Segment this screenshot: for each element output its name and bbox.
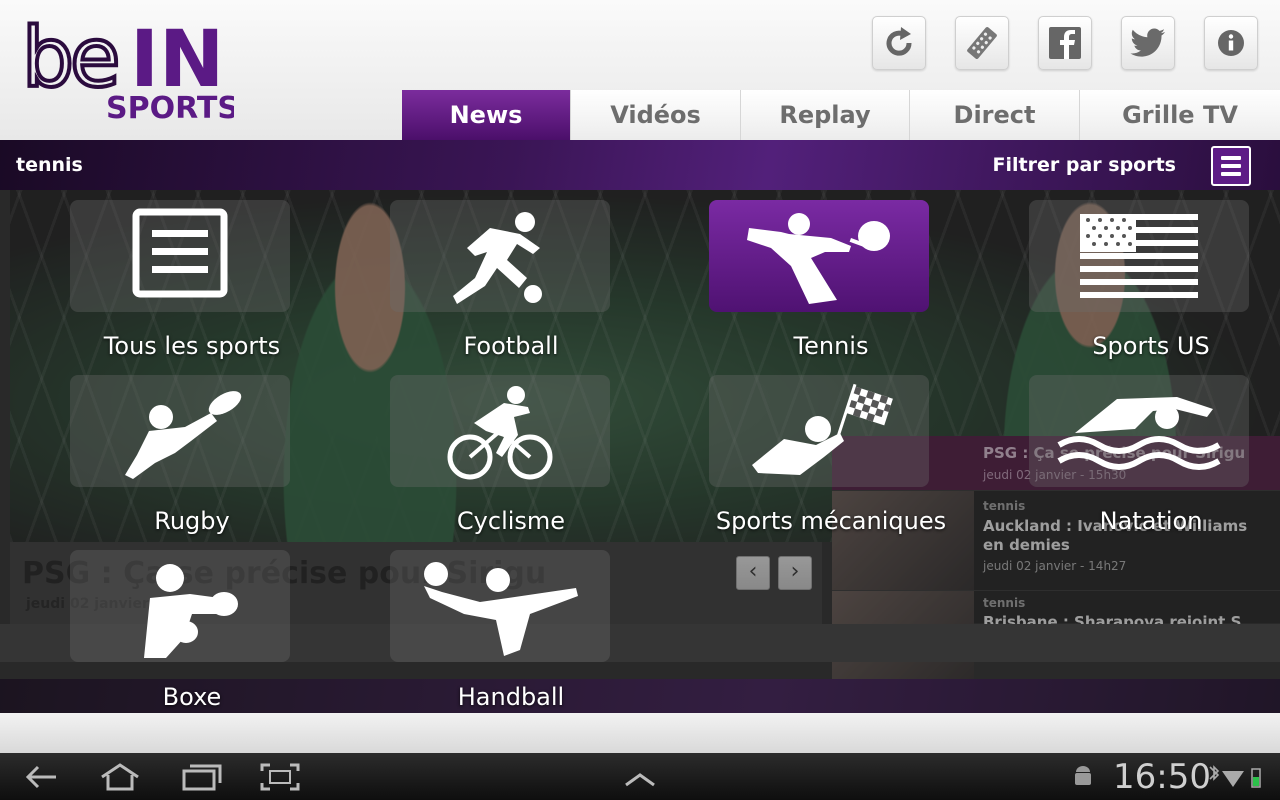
back-icon[interactable] <box>20 761 64 793</box>
sport-label-handball[interactable]: Handball <box>351 683 671 711</box>
tab-news[interactable]: News <box>402 90 570 140</box>
sport-label-rugby[interactable]: Rugby <box>32 507 352 535</box>
sport-label-tennis[interactable]: Tennis <box>671 332 991 360</box>
filter-by-sports-label[interactable]: Filtrer par sports <box>993 154 1176 176</box>
tab-replay[interactable]: Replay <box>740 90 909 140</box>
current-sport-filter: tennis <box>16 154 83 176</box>
sport-label-football[interactable]: Football <box>351 332 671 360</box>
menu-up-icon[interactable] <box>618 761 662 793</box>
sport-tile-us[interactable] <box>1029 200 1249 312</box>
filter-menu-button[interactable] <box>1211 146 1251 186</box>
sports-filter-overlay: Tous les sports Football Tennis Sports U… <box>0 190 1280 713</box>
tab-grille-tv[interactable]: Grille TV <box>1079 90 1280 140</box>
cycling-icon <box>447 386 553 480</box>
facebook-icon <box>1049 27 1081 59</box>
tennis-icon <box>747 213 890 304</box>
boxing-icon <box>144 564 238 658</box>
sport-tile-swimming[interactable] <box>1029 375 1249 487</box>
football-icon <box>453 212 542 304</box>
bluetooth-icon <box>1209 765 1220 781</box>
tab-direct[interactable]: Direct <box>909 90 1079 140</box>
handball-icon <box>424 562 578 656</box>
recent-apps-icon[interactable] <box>180 761 224 793</box>
sport-label-boxing[interactable]: Boxe <box>32 683 352 711</box>
info-button[interactable] <box>1204 16 1258 70</box>
sport-label-swimming[interactable]: Natation <box>991 507 1280 535</box>
remote-icon <box>967 27 997 59</box>
filter-bar: tennis Filtrer par sports <box>0 140 1280 190</box>
wifi-icon <box>1222 771 1244 787</box>
menu-icon <box>1221 156 1241 160</box>
sport-tile-all[interactable] <box>70 200 290 312</box>
sport-tile-handball[interactable] <box>390 550 610 662</box>
facebook-button[interactable] <box>1038 16 1092 70</box>
sport-label-motorsport[interactable]: Sports mécaniques <box>671 507 991 535</box>
motorsport-icon <box>752 383 893 475</box>
svg-text:SPORTS: SPORTS <box>106 91 234 126</box>
sport-label-us[interactable]: Sports US <box>991 332 1280 360</box>
screenshot-icon[interactable] <box>258 761 302 793</box>
swimming-icon <box>1057 397 1221 470</box>
tab-videos[interactable]: Vidéos <box>570 90 740 140</box>
sport-tile-football[interactable] <box>390 200 610 312</box>
remote-button[interactable] <box>955 16 1009 70</box>
refresh-icon <box>886 27 912 56</box>
system-navigation-bar: 16:50 <box>0 753 1280 800</box>
status-icons <box>1209 765 1261 788</box>
svg-text:be: be <box>22 14 117 106</box>
sport-tile-boxing[interactable] <box>70 550 290 662</box>
sport-tile-motorsport[interactable] <box>709 375 929 487</box>
sport-label-cycling[interactable]: Cyclisme <box>351 507 671 535</box>
sport-tile-rugby[interactable] <box>70 375 290 487</box>
sport-tile-cycling[interactable] <box>390 375 610 487</box>
list-icon <box>132 208 228 298</box>
sport-tile-tennis[interactable] <box>709 200 929 312</box>
app-header: be IN SPORTS News Vidéos Replay Direct G… <box>0 0 1280 140</box>
refresh-button[interactable] <box>872 16 926 70</box>
rugby-icon <box>125 391 242 479</box>
main-tabs: News Vidéos Replay Direct Grille TV <box>402 90 1280 140</box>
sport-label-all[interactable]: Tous les sports <box>32 332 352 360</box>
home-icon[interactable] <box>98 761 142 793</box>
bein-sports-logo[interactable]: be IN SPORTS <box>22 14 234 126</box>
us-flag-icon <box>1080 214 1198 298</box>
twitter-button[interactable] <box>1121 16 1175 70</box>
status-clock: 16:50 <box>1113 757 1211 797</box>
android-debug-icon <box>1075 766 1091 785</box>
twitter-icon <box>1130 28 1165 57</box>
info-icon <box>1218 30 1244 56</box>
